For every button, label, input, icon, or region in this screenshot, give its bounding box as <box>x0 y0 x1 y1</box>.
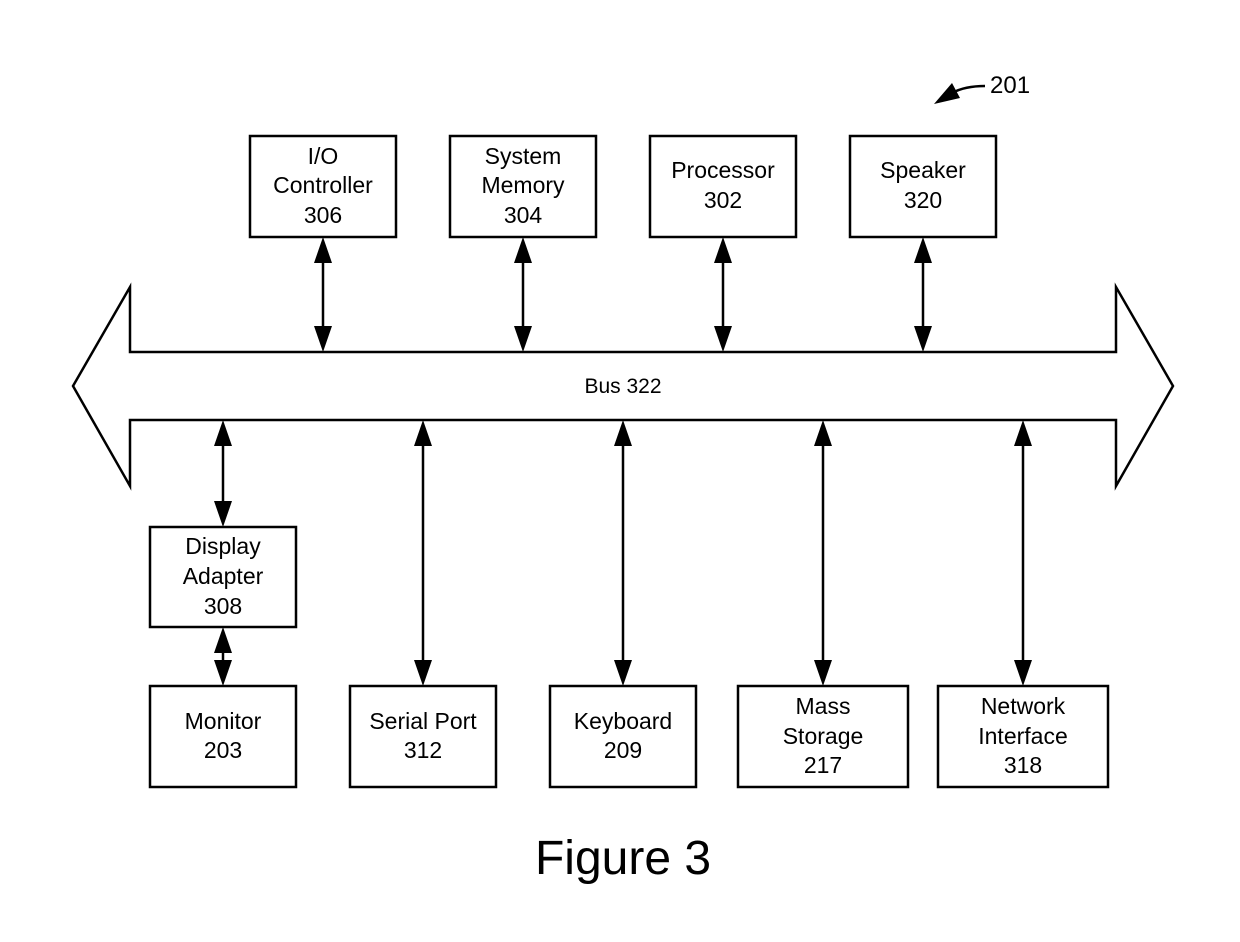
keyboard-label: Keyboard <box>574 708 672 734</box>
reference-pointer: 201 <box>934 72 1030 104</box>
component-keyboard: Keyboard 209 <box>548 684 698 789</box>
arrowhead-down-icon <box>214 501 232 527</box>
connector-bus-keyboard <box>614 420 632 686</box>
component-io-controller: I/O Controller 306 <box>248 134 398 239</box>
block-diagram: 201 Bus 322 I/O Controller 306 System Me… <box>71 72 1175 885</box>
network-interface-label-line-1: Network <box>981 693 1066 719</box>
connector-processor-bus <box>714 237 732 352</box>
display-adapter-ref-number: 308 <box>204 593 242 619</box>
connector-system-memory-bus <box>514 237 532 352</box>
reference-label: 201 <box>990 72 1030 99</box>
arrowhead-up-icon <box>914 237 932 263</box>
arrowhead-up-icon <box>314 237 332 263</box>
display-adapter-label-line-2: Adapter <box>183 563 264 589</box>
system-memory-label-line-2: Memory <box>481 172 565 198</box>
arrowhead-up-icon <box>814 420 832 446</box>
arrowhead-down-icon <box>1014 660 1032 686</box>
network-interface-label-line-2: Interface <box>978 723 1068 749</box>
connector-bus-network-interface <box>1014 420 1032 686</box>
keyboard-ref-number: 209 <box>604 737 642 763</box>
connector-io-controller-bus <box>314 237 332 352</box>
connectors <box>214 237 1032 686</box>
display-adapter-label-line-1: Display <box>185 533 261 559</box>
arrowhead-down-icon <box>214 660 232 686</box>
arrowhead-down-icon <box>914 326 932 352</box>
component-serial-port: Serial Port 312 <box>348 684 498 789</box>
speaker-label: Speaker <box>880 157 966 183</box>
reference-arrow-head-icon <box>934 83 960 104</box>
component-system-memory: System Memory 304 <box>448 134 598 239</box>
component-network-interface: Network Interface 318 <box>936 684 1110 789</box>
component-mass-storage: Mass Storage 217 <box>736 684 910 789</box>
speaker-ref-number: 320 <box>904 187 942 213</box>
arrowhead-down-icon <box>314 326 332 352</box>
mass-storage-label-line-1: Mass <box>796 693 851 719</box>
bus-label: Bus 322 <box>584 375 661 398</box>
system-memory-ref-number: 304 <box>504 202 543 228</box>
arrowhead-down-icon <box>414 660 432 686</box>
connector-speaker-bus <box>914 237 932 352</box>
processor-ref-number: 302 <box>704 187 742 213</box>
arrowhead-down-icon <box>714 326 732 352</box>
io-controller-label-line-2: Controller <box>273 172 373 198</box>
arrowhead-down-icon <box>614 660 632 686</box>
io-controller-ref-number: 306 <box>304 202 342 228</box>
arrowhead-up-icon <box>614 420 632 446</box>
arrowhead-down-icon <box>814 660 832 686</box>
connector-display-adapter-monitor <box>214 627 232 686</box>
component-speaker: Speaker 320 <box>848 134 998 239</box>
serial-port-ref-number: 312 <box>404 737 442 763</box>
arrowhead-up-icon <box>414 420 432 446</box>
connector-bus-serial-port <box>414 420 432 686</box>
mass-storage-label-line-2: Storage <box>783 723 864 749</box>
arrowhead-up-icon <box>1014 420 1032 446</box>
network-interface-ref-number: 318 <box>1004 752 1042 778</box>
processor-label: Processor <box>671 157 775 183</box>
connector-bus-mass-storage <box>814 420 832 686</box>
arrowhead-down-icon <box>514 326 532 352</box>
serial-port-label: Serial Port <box>369 708 477 734</box>
monitor-label: Monitor <box>185 708 262 734</box>
arrowhead-up-icon <box>514 237 532 263</box>
io-controller-label-line-1: I/O <box>308 143 339 169</box>
arrowhead-up-icon <box>714 237 732 263</box>
arrowhead-up-icon <box>214 627 232 653</box>
monitor-ref-number: 203 <box>204 737 242 763</box>
component-monitor: Monitor 203 <box>148 684 298 789</box>
arrowhead-up-icon <box>214 420 232 446</box>
component-processor: Processor 302 <box>648 134 798 239</box>
connector-bus-display-adapter <box>214 420 232 527</box>
figure-caption: Figure 3 <box>535 832 711 885</box>
system-memory-label-line-1: System <box>485 143 562 169</box>
component-display-adapter: Display Adapter 308 <box>148 525 298 629</box>
mass-storage-ref-number: 217 <box>804 752 842 778</box>
reference-arrow-line <box>951 84 986 95</box>
